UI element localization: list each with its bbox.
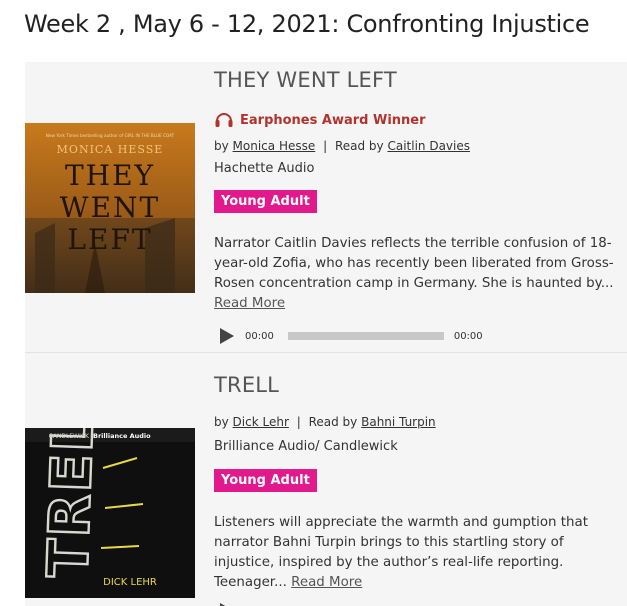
headphones-icon xyxy=(215,113,233,127)
by-prefix: by xyxy=(214,139,229,153)
publisher: Brilliance Audio/ Candlewick xyxy=(214,439,398,454)
week-heading: Week 2 , May 6 - 12, 2021: Confronting I… xyxy=(24,10,590,38)
cover-title-line: WENT xyxy=(60,191,160,224)
author-link[interactable]: Dick Lehr xyxy=(233,415,289,429)
description-text: Narrator Caitlin Davies reflects the ter… xyxy=(214,236,614,291)
total-time: 00:00 xyxy=(453,330,483,342)
author-link[interactable]: Monica Hesse xyxy=(233,139,316,153)
cover-author: MONICA HESSE xyxy=(57,143,164,156)
category-badge[interactable]: Young Adult xyxy=(214,469,317,492)
progress-track[interactable] xyxy=(287,332,444,340)
book-title[interactable]: TRELL xyxy=(214,373,279,397)
award-label: Earphones Award Winner xyxy=(214,111,426,129)
book-cover[interactable]: New York Times bestselling author of GIR… xyxy=(25,123,195,293)
narrator-link[interactable]: Caitlin Davies xyxy=(387,139,470,153)
cover-top-tag: New York Times bestselling author of GIR… xyxy=(46,133,175,138)
cover-title-line: THEY xyxy=(65,159,155,192)
award-text: Earphones Award Winner xyxy=(240,112,426,128)
read-by-prefix: Read by xyxy=(308,415,358,429)
cover-author: DICK LEHR xyxy=(103,577,157,588)
separator: | xyxy=(296,415,301,429)
cover-art-they-went-left: New York Times bestselling author of GIR… xyxy=(25,123,195,293)
category-badge[interactable]: Young Adult xyxy=(214,190,317,213)
description-text: Listeners will appreciate the warmth and… xyxy=(214,515,588,590)
cover-title: TRELL xyxy=(36,428,108,578)
book-description: Listeners will appreciate the warmth and… xyxy=(214,513,624,593)
audio-player: 00:00 00:00 xyxy=(214,325,514,347)
play-icon[interactable] xyxy=(220,328,234,344)
book-cover[interactable]: CANDLEWICK Brilliance Audio TRELL DICK L… xyxy=(25,428,195,598)
by-prefix: by xyxy=(214,415,229,429)
cover-art-trell: CANDLEWICK Brilliance Audio TRELL DICK L… xyxy=(25,428,195,598)
read-by-prefix: Read by xyxy=(334,139,384,153)
read-more-link[interactable]: Read More xyxy=(291,575,362,590)
separator: | xyxy=(323,139,328,153)
current-time: 00:00 xyxy=(245,330,274,342)
read-more-link[interactable]: Read More xyxy=(214,296,285,311)
cover-title-line: LEFT xyxy=(67,223,152,256)
audiobook-entry: CANDLEWICK Brilliance Audio TRELL DICK L… xyxy=(25,352,627,606)
narrator-link[interactable]: Bahni Turpin xyxy=(361,415,436,429)
audiobook-entry: New York Times bestselling author of GIR… xyxy=(25,62,627,352)
book-description: Narrator Caitlin Davies reflects the ter… xyxy=(214,234,624,314)
publisher: Hachette Audio xyxy=(214,161,315,176)
book-title[interactable]: THEY WENT LEFT xyxy=(214,68,397,92)
byline: by Monica Hesse | Read by Caitlin Davies xyxy=(214,139,470,153)
byline: by Dick Lehr | Read by Bahni Turpin xyxy=(214,415,436,429)
